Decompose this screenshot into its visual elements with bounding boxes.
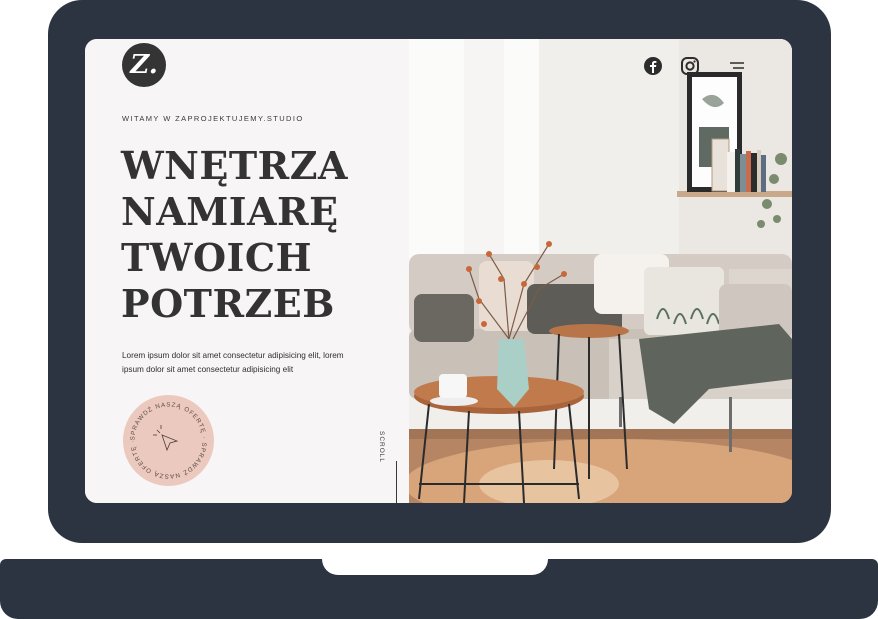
offer-badge-button[interactable]: SPRAWDŹ NASZĄ OFERTĘ · SPRAWDŹ NASZĄ OFE… bbox=[123, 395, 214, 486]
instagram-icon[interactable] bbox=[680, 56, 700, 76]
cursor-arrow-icon bbox=[153, 425, 179, 452]
scroll-label: SCROLL bbox=[378, 431, 385, 464]
headline-line-4: POTRZEB bbox=[121, 281, 335, 326]
hero-photo bbox=[409, 39, 792, 503]
hero-headline: WNĘTRZA NAMIARĘ TWOICH POTRZEB bbox=[121, 143, 348, 327]
living-room-illustration bbox=[409, 39, 792, 503]
hero-left-panel: Z. WITAMY W ZAPROJEKTUJEMY.STUDIO WNĘTRZ… bbox=[85, 39, 409, 503]
facebook-icon[interactable] bbox=[643, 56, 663, 76]
welcome-text: WITAMY W ZAPROJEKTUJEMY.STUDIO bbox=[122, 114, 304, 123]
laptop-screen: Z. WITAMY W ZAPROJEKTUJEMY.STUDIO WNĘTRZ… bbox=[85, 39, 792, 503]
headline-line-2: NAMIARĘ bbox=[121, 189, 339, 234]
hero-description: Lorem ipsum dolor sit amet consectetur a… bbox=[122, 349, 352, 377]
description-line-1: Lorem ipsum dolor sit amet consectetur a… bbox=[122, 351, 344, 360]
scroll-line bbox=[396, 461, 397, 503]
badge-circular-text: SPRAWDŹ NASZĄ OFERTĘ · SPRAWDŹ NASZĄ OFE… bbox=[129, 401, 206, 479]
description-line-2: ipsum dolor sit amet consectetur adipisi… bbox=[122, 365, 294, 374]
menu-icon[interactable] bbox=[727, 56, 747, 76]
headline-line-1: WNĘTRZA bbox=[121, 143, 348, 188]
offer-badge-graphic: SPRAWDŹ NASZĄ OFERTĘ · SPRAWDŹ NASZĄ OFE… bbox=[129, 401, 207, 479]
site-logo[interactable]: Z. bbox=[122, 43, 166, 87]
laptop-notch bbox=[322, 559, 548, 575]
svg-text:SPRAWDŹ NASZĄ OFERTĘ · SPRAWDŹ: SPRAWDŹ NASZĄ OFERTĘ · SPRAWDŹ NASZĄ OFE… bbox=[129, 401, 207, 479]
headline-line-3: TWOICH bbox=[121, 235, 312, 280]
